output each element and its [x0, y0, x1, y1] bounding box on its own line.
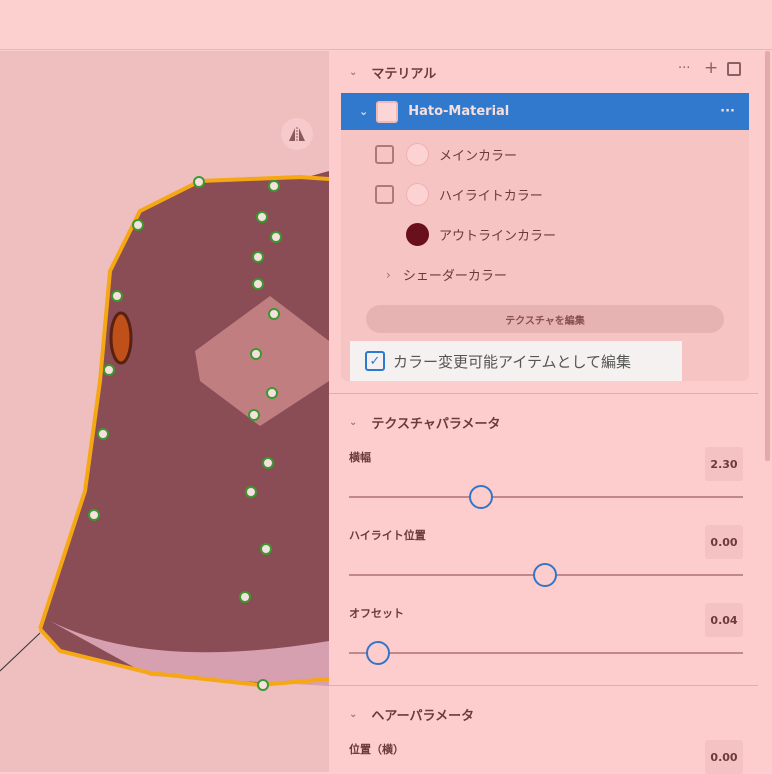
- scrollbar[interactable]: [765, 51, 770, 461]
- top-bar: [0, 0, 772, 50]
- item-label: アウトラインカラー: [439, 229, 557, 244]
- more-icon[interactable]: ···: [678, 61, 690, 76]
- highlight-color-row[interactable]: ハイライトカラー: [375, 183, 543, 206]
- outline-color-swatch[interactable]: [406, 223, 429, 246]
- chevron-down-icon: ⌄: [349, 709, 358, 720]
- section-title: テクスチャパラメータ: [371, 417, 501, 432]
- texture-params-header[interactable]: ⌄ テクスチャパラメータ: [349, 413, 500, 432]
- 3d-viewport[interactable]: [0, 51, 329, 772]
- param-slider[interactable]: [349, 563, 743, 587]
- item-label: ハイライトカラー: [439, 189, 543, 204]
- duplicate-icon[interactable]: [727, 62, 741, 76]
- param-label: 横幅: [349, 451, 371, 464]
- more-icon[interactable]: ···: [720, 104, 735, 119]
- material-section-header[interactable]: ⌄ マテリアル: [349, 63, 436, 82]
- section-title: ヘアーパラメータ: [371, 709, 475, 724]
- outline-color-row[interactable]: アウトラインカラー: [406, 223, 556, 246]
- hair-params-header[interactable]: ⌄ ヘアーパラメータ: [349, 705, 474, 724]
- add-icon[interactable]: +: [704, 58, 718, 78]
- param-value[interactable]: 2.30: [705, 447, 743, 481]
- checkbox-label: カラー変更可能アイテムとして編集: [393, 352, 632, 371]
- param-value[interactable]: 0.00: [705, 740, 743, 774]
- divider: [329, 685, 758, 686]
- main-color-row[interactable]: メインカラー: [375, 143, 517, 166]
- chevron-down-icon: ⌄: [359, 105, 369, 118]
- material-name: Hato-Material: [408, 104, 510, 119]
- param-label: ハイライト位置: [349, 529, 426, 542]
- highlight-color-checkbox[interactable]: [375, 185, 394, 204]
- param-label: 位置（横）: [349, 743, 404, 756]
- mirror-button[interactable]: [281, 118, 313, 150]
- param-value[interactable]: 0.04: [705, 603, 743, 637]
- material-swatch: [376, 100, 399, 123]
- slider-thumb[interactable]: [366, 641, 391, 665]
- chevron-down-icon: ⌄: [349, 67, 358, 78]
- mirror-icon: [289, 127, 305, 141]
- edit-texture-button[interactable]: テクスチャを編集: [366, 305, 724, 333]
- divider: [329, 393, 758, 394]
- param-slider[interactable]: [349, 485, 743, 509]
- param-label: オフセット: [349, 607, 404, 620]
- pigeon-model: [0, 171, 329, 691]
- main-color-checkbox[interactable]: [375, 145, 394, 164]
- color-edit-checkbox-row[interactable]: ✓ カラー変更可能アイテムとして編集: [350, 341, 682, 381]
- param-value[interactable]: 0.00: [705, 525, 743, 559]
- material-row[interactable]: ⌄ Hato-Material ···: [341, 93, 749, 130]
- main-color-swatch[interactable]: [406, 143, 429, 166]
- slider-thumb[interactable]: [468, 485, 493, 509]
- section-title: マテリアル: [371, 67, 437, 82]
- param-slider[interactable]: [349, 641, 743, 665]
- checkbox-checked-icon[interactable]: ✓: [365, 351, 385, 371]
- chevron-right-icon: ›: [386, 267, 391, 282]
- properties-panel: ⌄ マテリアル ··· + ⌄ Hato-Material ··· メインカラー…: [329, 51, 772, 774]
- chevron-down-icon: ⌄: [349, 417, 358, 428]
- highlight-color-swatch[interactable]: [406, 183, 429, 206]
- item-label: シェーダーカラー: [402, 269, 507, 284]
- shader-color-row[interactable]: › シェーダーカラー: [386, 265, 507, 285]
- material-card: ⌄ Hato-Material ··· メインカラー ハイライトカラー アウトラ…: [341, 93, 749, 381]
- slider-thumb[interactable]: [532, 563, 557, 587]
- item-label: メインカラー: [439, 149, 518, 164]
